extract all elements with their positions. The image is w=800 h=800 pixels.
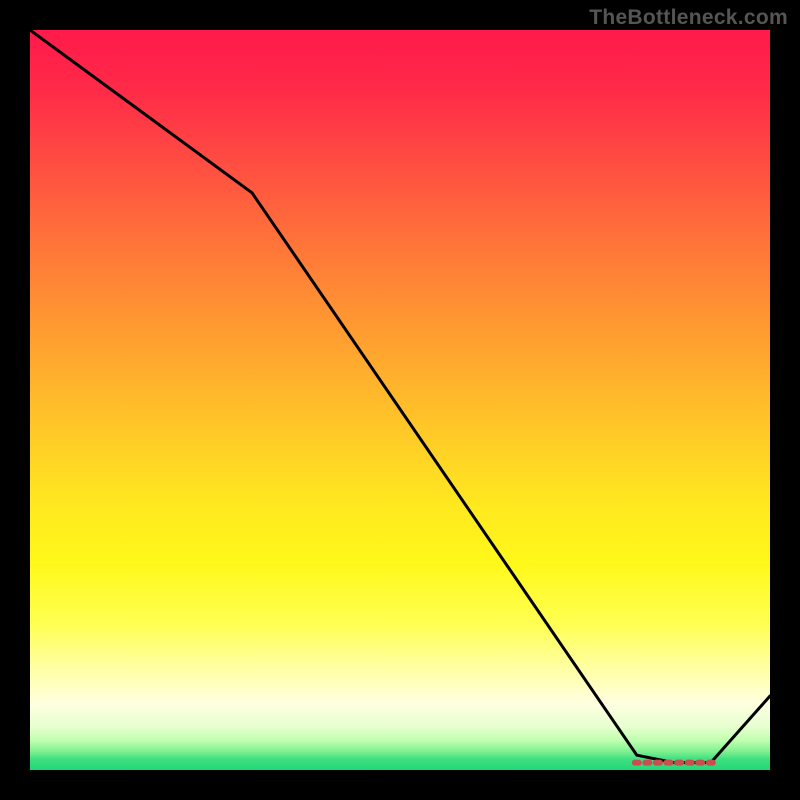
marker-dot (664, 760, 674, 766)
marker-dot (674, 760, 684, 766)
marker-dot (642, 760, 652, 766)
plot-area (30, 30, 770, 770)
chart-container: TheBottleneck.com (0, 0, 800, 800)
marker-dot (632, 760, 642, 766)
marker-dot (653, 760, 663, 766)
watermark-text: TheBottleneck.com (589, 6, 788, 30)
marker-dot (706, 760, 716, 766)
marker-dot (685, 760, 695, 766)
data-line (30, 30, 770, 763)
chart-svg (30, 30, 770, 770)
marker-dot (695, 760, 705, 766)
